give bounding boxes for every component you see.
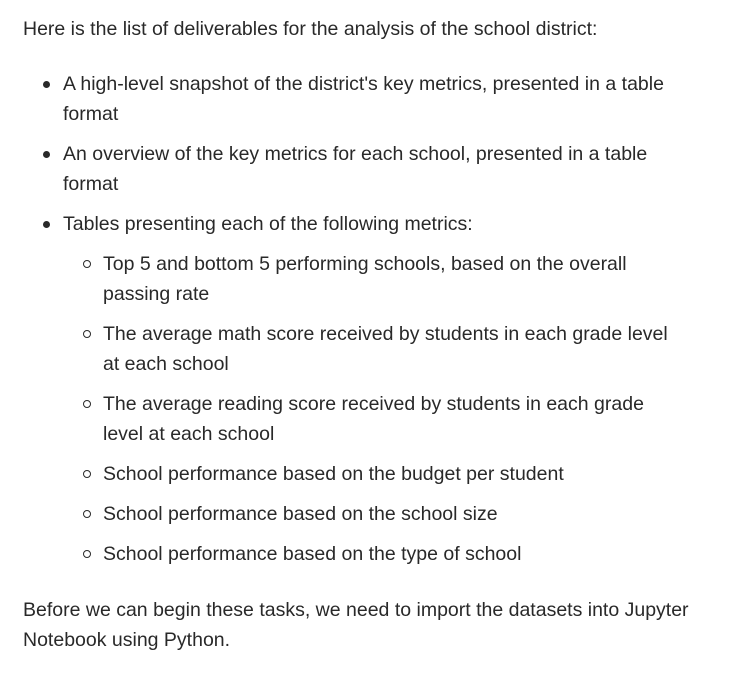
sublist-item-text: The average reading score received by st… [103, 393, 644, 445]
list-item-text: Tables presenting each of the following … [63, 213, 473, 235]
outro-paragraph: Before we can begin these tasks, we need… [23, 599, 689, 651]
list-item-text: A high-level snapshot of the district's … [63, 73, 664, 125]
sublist-item: The average math score received by stude… [63, 319, 703, 379]
circle-bullet-icon [83, 510, 91, 518]
sublist-item-text: Top 5 and bottom 5 performing schools, b… [103, 253, 627, 305]
list-item: A high-level snapshot of the district's … [23, 69, 703, 129]
document-body: Here is the list of deliverables for the… [23, 14, 703, 655]
bullet-icon [43, 221, 50, 228]
sublist-item: The average reading score received by st… [63, 389, 703, 449]
sublist-item-text: School performance based on the type of … [103, 543, 522, 565]
circle-bullet-icon [83, 400, 91, 408]
sublist-item-text: School performance based on the school s… [103, 503, 498, 525]
intro-paragraph: Here is the list of deliverables for the… [23, 18, 598, 40]
sublist-item: Top 5 and bottom 5 performing schools, b… [63, 249, 703, 309]
sublist-item-text: School performance based on the budget p… [103, 463, 564, 485]
circle-bullet-icon [83, 260, 91, 268]
sublist-item-text: The average math score received by stude… [103, 323, 668, 375]
sublist-item: School performance based on the school s… [63, 499, 703, 529]
circle-bullet-icon [83, 470, 91, 478]
circle-bullet-icon [83, 330, 91, 338]
circle-bullet-icon [83, 550, 91, 558]
list-item: Tables presenting each of the following … [23, 209, 703, 569]
sublist-item: School performance based on the type of … [63, 539, 703, 569]
metrics-sublist: Top 5 and bottom 5 performing schools, b… [63, 249, 703, 569]
bullet-icon [43, 151, 50, 158]
deliverables-list: A high-level snapshot of the district's … [23, 69, 703, 569]
list-item: An overview of the key metrics for each … [23, 139, 703, 199]
sublist-item: School performance based on the budget p… [63, 459, 703, 489]
bullet-icon [43, 81, 50, 88]
list-item-text: An overview of the key metrics for each … [63, 143, 648, 195]
